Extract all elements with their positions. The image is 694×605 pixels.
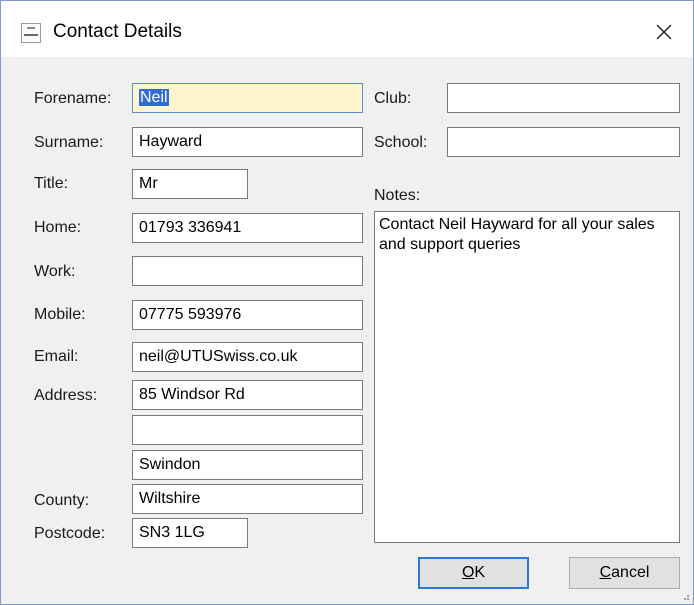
home-phone-field[interactable]: 01793 336941 (132, 213, 363, 243)
county-label: County: (34, 492, 90, 509)
email-field[interactable]: neil@UTUSwiss.co.uk (132, 342, 363, 372)
address-line2-field[interactable] (132, 415, 363, 445)
window-title: Contact Details (53, 21, 182, 42)
county-field[interactable]: Wiltshire (132, 484, 363, 514)
title-field[interactable]: Mr (132, 169, 248, 199)
close-icon (656, 24, 672, 40)
work-phone-field[interactable] (132, 256, 363, 286)
mobile-label: Mobile: (34, 306, 86, 323)
postcode-field[interactable]: SN3 1LG (132, 518, 248, 548)
forename-field[interactable]: Neil (132, 83, 363, 113)
work-label: Work: (34, 263, 76, 280)
club-field[interactable] (447, 83, 680, 113)
title-bar: Contact Details (1, 1, 693, 57)
postcode-label: Postcode: (34, 525, 106, 542)
utu-swiss-app-icon (21, 23, 41, 43)
resize-grip-icon[interactable] (680, 591, 690, 601)
mobile-phone-field[interactable]: 07775 593976 (132, 300, 363, 330)
contact-details-dialog: Contact Details Forename: Surname: Title… (0, 0, 694, 605)
forename-label: Forename: (34, 90, 112, 107)
notes-label: Notes: (374, 187, 421, 204)
school-field[interactable] (447, 127, 680, 157)
home-label: Home: (34, 219, 82, 236)
school-label: School: (374, 134, 428, 151)
forename-value: Neil (139, 89, 169, 106)
address-line1-field[interactable]: 85 Windsor Rd (132, 380, 363, 410)
address-label: Address: (34, 387, 98, 404)
surname-field[interactable]: Hayward (132, 127, 363, 157)
cancel-button[interactable]: Cancel (569, 557, 680, 589)
title-label: Title: (34, 175, 69, 192)
club-label: Club: (374, 90, 412, 107)
close-button[interactable] (651, 19, 677, 45)
email-label: Email: (34, 348, 79, 365)
notes-textarea[interactable]: Contact Neil Hayward for all your sales … (374, 211, 680, 543)
surname-label: Surname: (34, 134, 104, 151)
address-line3-field[interactable]: Swindon (132, 450, 363, 480)
ok-button[interactable]: OK (418, 557, 529, 589)
